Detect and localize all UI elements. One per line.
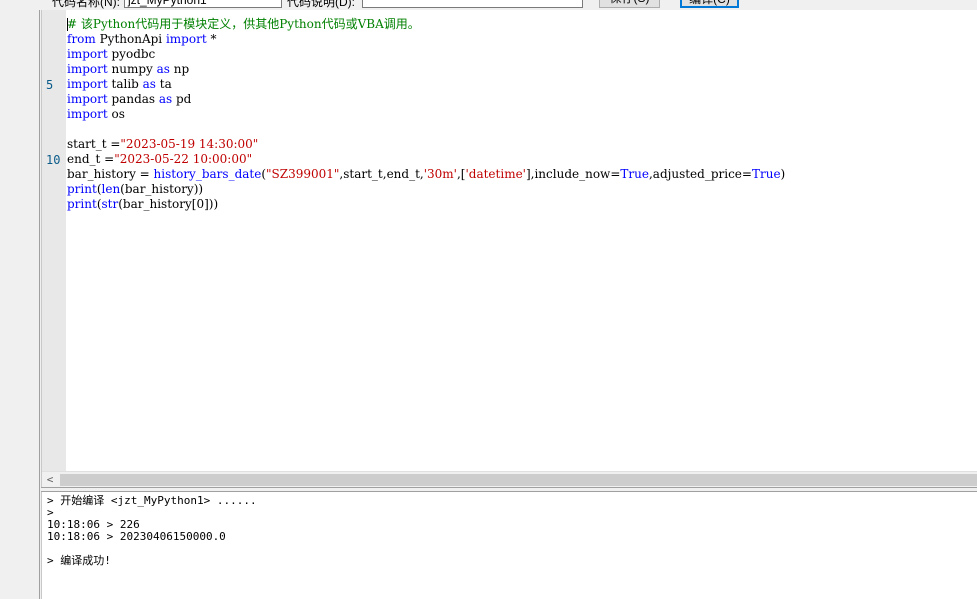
- code-name-label: 代码名称(N):: [52, 0, 120, 9]
- line-number-gutter: 5 10: [42, 10, 66, 471]
- code-line: print(str(bar_history[0])): [67, 197, 219, 211]
- code-line: print(len(bar_history)): [67, 182, 204, 196]
- save-button[interactable]: 保存(S): [599, 0, 660, 8]
- code-line: import numpy as np: [67, 62, 190, 76]
- line-number: 5: [46, 78, 54, 92]
- horizontal-scrollbar[interactable]: <: [42, 471, 977, 487]
- compile-button[interactable]: 编译(C): [680, 0, 739, 8]
- code-desc-label: 代码说明(D):: [287, 0, 355, 9]
- code-line: import pyodbc: [67, 47, 156, 61]
- scroll-left-arrow-icon[interactable]: <: [42, 472, 58, 487]
- code-line: end_t ="2023-05-22 10:00:00": [67, 152, 253, 166]
- line-number: 10: [46, 153, 61, 167]
- code-line: import os: [67, 107, 125, 121]
- output-pane: > 开始编译 <jzt_MyPython1> ...... > 10:18:06…: [41, 492, 977, 599]
- code-desc-input[interactable]: [362, 0, 583, 8]
- output-line: 10:18:06 > 20230406150000.0: [47, 530, 226, 543]
- code-line: # 该Python代码用于模块定义，供其他Python代码或VBA调用。: [67, 17, 420, 31]
- window-frame-left: [36, 10, 40, 599]
- output-line: > 开始编译 <jzt_MyPython1> ......: [47, 494, 257, 507]
- toolbar: 代码名称(N): jzt_MyPython1 代码说明(D): 保存(S) 编译…: [0, 0, 977, 10]
- code-line: bar_history = history_bars_date("SZ39900…: [67, 167, 786, 181]
- code-line: from PythonApi import *: [67, 32, 217, 46]
- code-editor[interactable]: 5 10 # 该Python代码用于模块定义，供其他Python代码或VBA调用…: [41, 10, 977, 487]
- scrollbar-thumb[interactable]: [60, 474, 977, 486]
- code-name-input[interactable]: jzt_MyPython1: [124, 0, 282, 8]
- code-content[interactable]: # 该Python代码用于模块定义，供其他Python代码或VBA调用。 fro…: [67, 17, 785, 212]
- code-line: import pandas as pd: [67, 92, 192, 106]
- code-line: start_t ="2023-05-19 14:30:00": [67, 137, 259, 151]
- output-line: > 编译成功!: [47, 554, 111, 567]
- code-line: import talib as ta: [67, 77, 172, 91]
